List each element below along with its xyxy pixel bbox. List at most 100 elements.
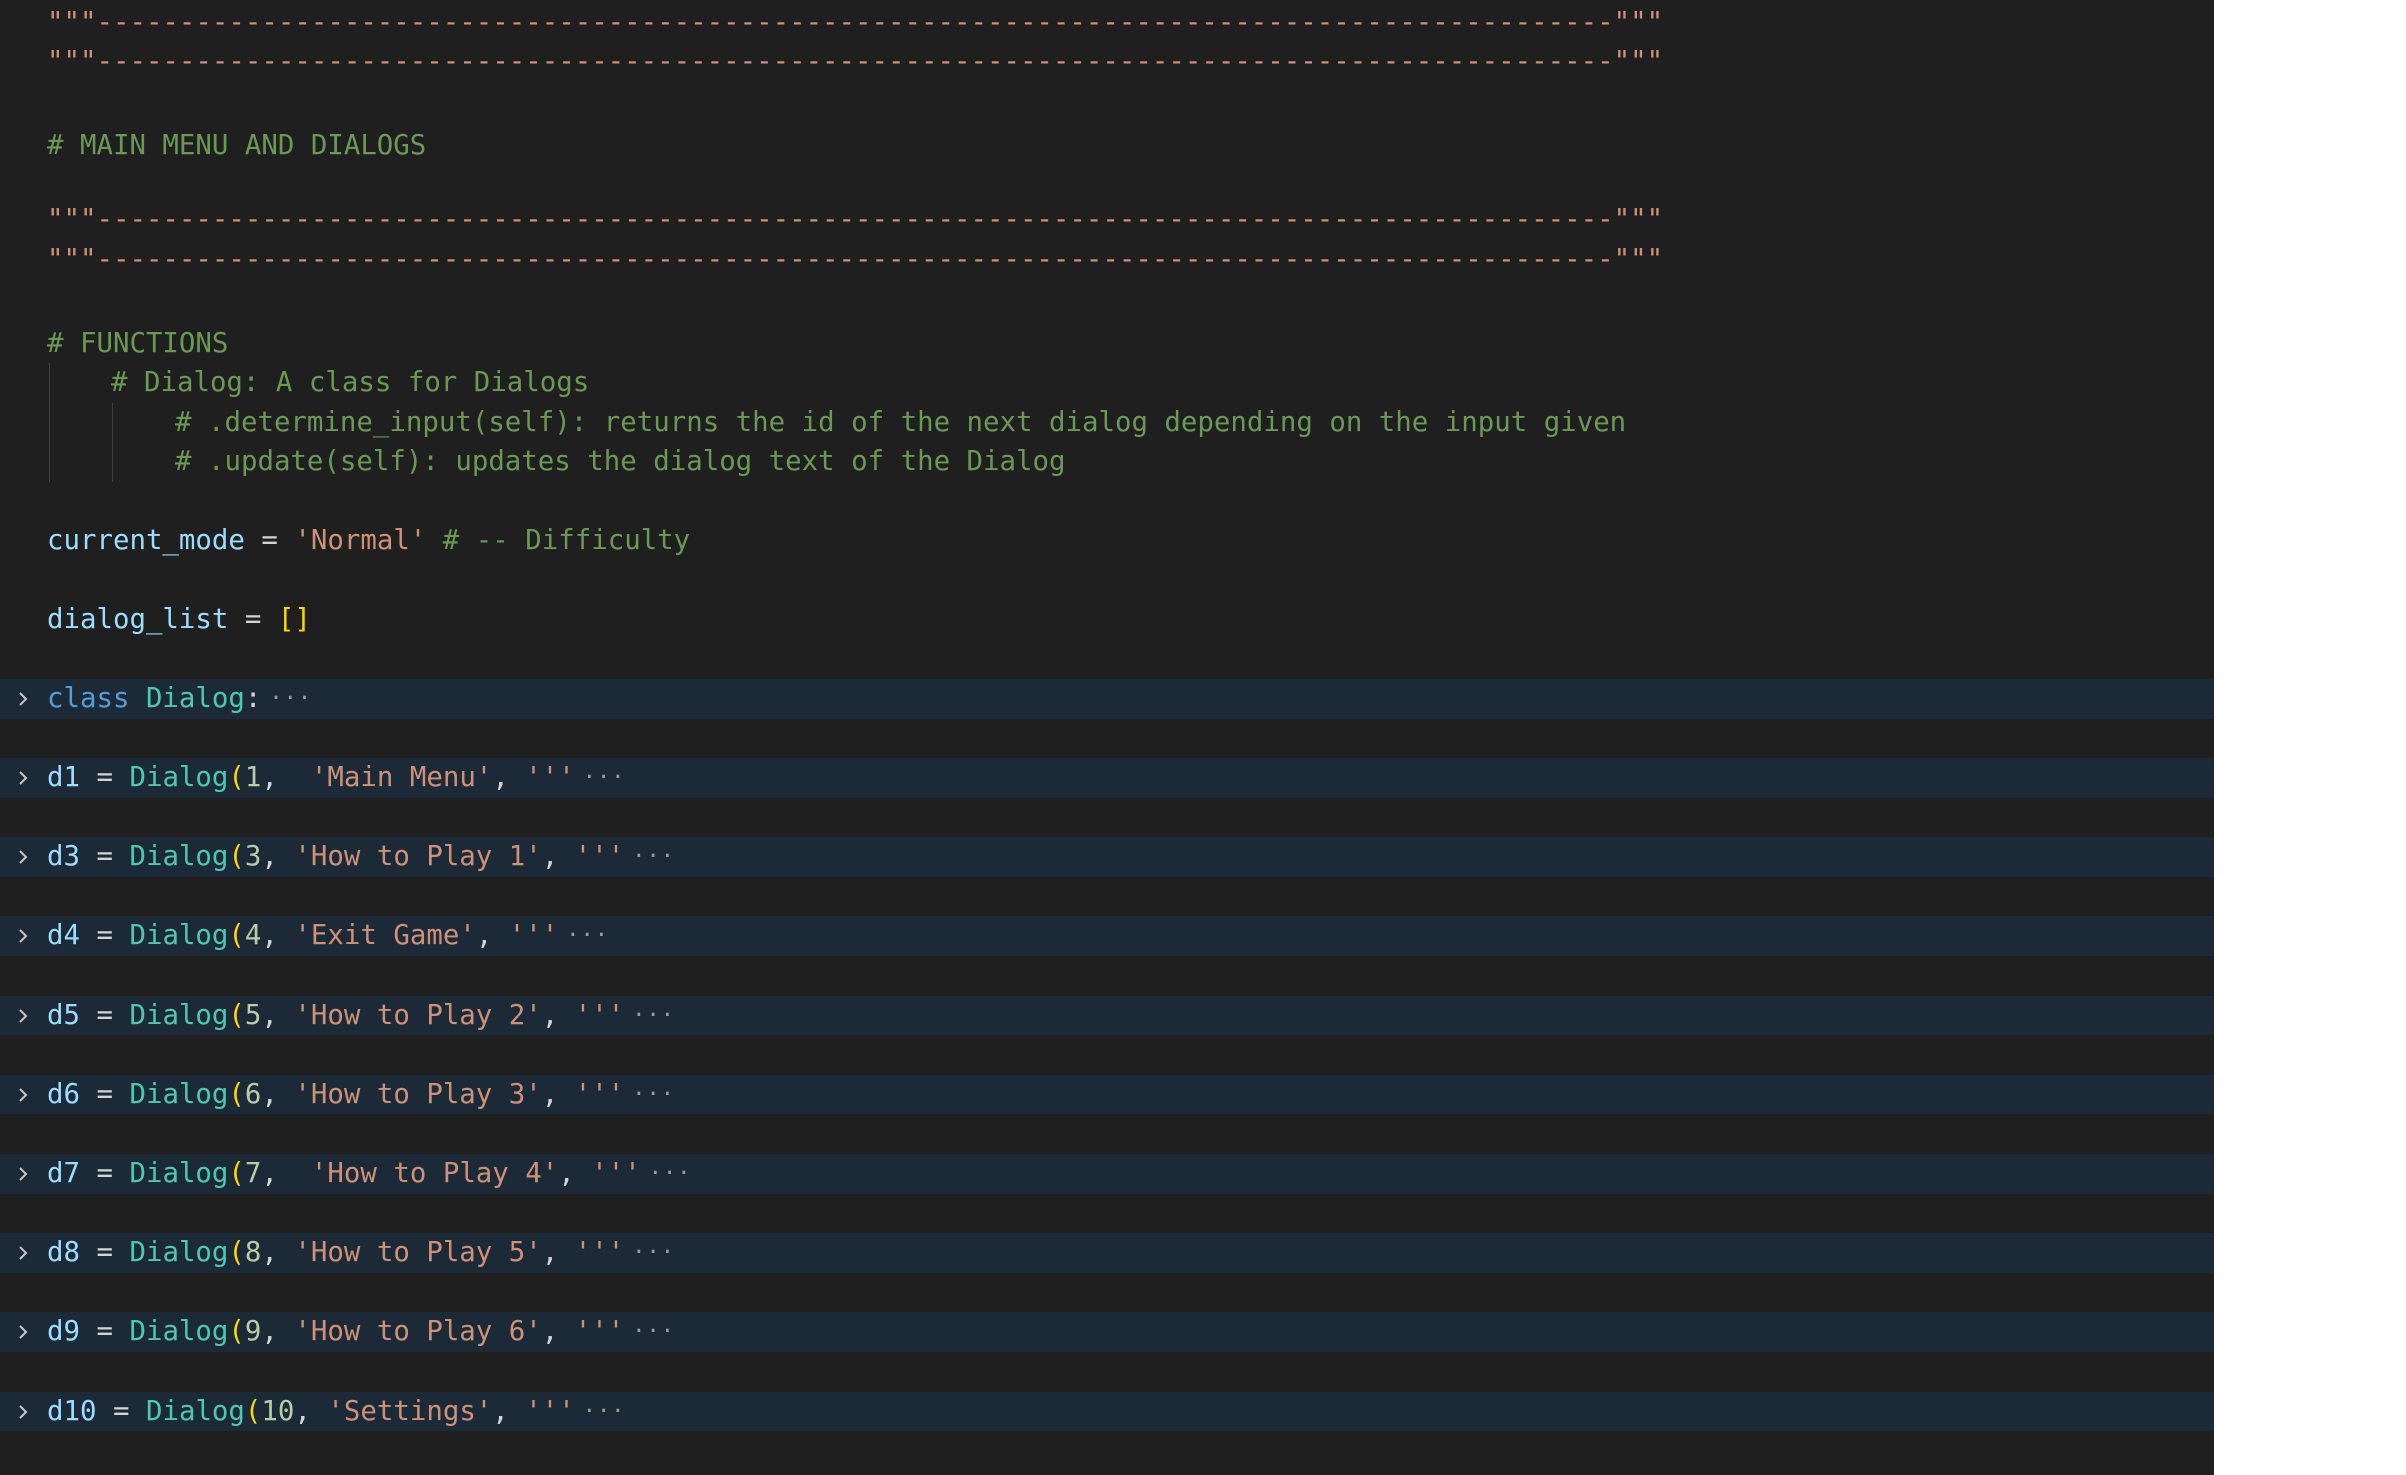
fold-ellipsis-icon[interactable]: ··· bbox=[632, 1233, 675, 1273]
dialog-id: 7 bbox=[244, 1158, 262, 1189]
fold-ellipsis-icon[interactable]: ··· bbox=[632, 1075, 675, 1115]
arg-separator: , bbox=[558, 1158, 592, 1189]
triple-quote: ''' bbox=[591, 1158, 641, 1189]
folded-dialog-line[interactable]: d5 = Dialog(5, 'How to Play 2', ''' ··· bbox=[0, 995, 2214, 1036]
arg-separator: , bbox=[261, 1237, 295, 1269]
dialog-id: 3 bbox=[244, 841, 262, 873]
separator-docstring: """-------------------------------------… bbox=[47, 46, 1664, 77]
fold-ellipsis-icon[interactable]: ··· bbox=[583, 758, 626, 798]
dialog-variable: d1 bbox=[47, 762, 80, 793]
arg-separator: , bbox=[492, 762, 526, 793]
dialog-class-ref: Dialog bbox=[129, 841, 229, 873]
folded-dialog-line[interactable]: d6 = Dialog(6, 'How to Play 3', ''' ··· bbox=[0, 1074, 2214, 1115]
triple-quote: ''' bbox=[525, 762, 575, 793]
chevron-right-icon[interactable] bbox=[14, 1007, 32, 1025]
arg-separator: , bbox=[541, 999, 575, 1031]
folded-dialog-line[interactable]: d3 = Dialog(3, 'How to Play 1', ''' ··· bbox=[0, 837, 2214, 877]
folded-dialog-line[interactable]: d8 = Dialog(8, 'How to Play 5', ''' ··· bbox=[0, 1233, 2214, 1273]
assign-operator: = bbox=[79, 841, 130, 873]
folded-dialog-line[interactable]: d4 = Dialog(4, 'Exit Game', ''' ··· bbox=[0, 916, 2214, 956]
indent-guide bbox=[49, 363, 50, 482]
arg-separator: , bbox=[261, 1078, 295, 1110]
open-paren: ( bbox=[228, 1237, 245, 1269]
variable-name: dialog_list bbox=[47, 604, 229, 635]
indent-guide bbox=[112, 403, 113, 482]
fold-ellipsis-icon[interactable]: ··· bbox=[632, 837, 675, 877]
open-paren: ( bbox=[228, 1078, 245, 1110]
code-line: """-------------------------------------… bbox=[0, 200, 2214, 240]
fold-ellipsis-icon[interactable]: ··· bbox=[632, 996, 675, 1036]
dialog-variable: d8 bbox=[47, 1237, 80, 1269]
fold-ellipsis-icon[interactable]: ··· bbox=[269, 679, 312, 719]
dialog-list-statement: dialog_list = [] bbox=[47, 600, 311, 640]
chevron-right-icon[interactable] bbox=[14, 769, 32, 787]
arg-separator: , bbox=[261, 999, 295, 1031]
chevron-right-icon[interactable] bbox=[14, 927, 32, 945]
code-line: """-------------------------------------… bbox=[0, 42, 2214, 82]
triple-quote: ''' bbox=[508, 920, 559, 952]
chevron-right-icon[interactable] bbox=[14, 848, 32, 866]
folded-dialog-line[interactable]: d9 = Dialog(9, 'How to Play 6', ''' ··· bbox=[0, 1312, 2214, 1352]
dialog-variable: d10 bbox=[47, 1395, 97, 1427]
assign-operator: = bbox=[79, 1316, 130, 1348]
dialog-variable: d7 bbox=[47, 1158, 80, 1189]
arg-separator: , bbox=[261, 841, 295, 873]
dialog-class-ref: Dialog bbox=[129, 762, 229, 793]
folded-class-line[interactable]: class Dialog: ··· bbox=[0, 679, 2214, 719]
assign-operator: = bbox=[228, 604, 278, 635]
dialog-class-ref: Dialog bbox=[129, 1316, 229, 1348]
assign-operator: = bbox=[244, 525, 295, 556]
arg-separator: , bbox=[541, 841, 575, 873]
code-editor[interactable]: """-------------------------------------… bbox=[0, 0, 2214, 1475]
class-keyword: class bbox=[47, 683, 130, 714]
dialog-id: 5 bbox=[244, 999, 262, 1031]
assign-operator: = bbox=[79, 1237, 130, 1269]
triple-quote: ''' bbox=[525, 1395, 575, 1427]
open-paren: ( bbox=[244, 1395, 262, 1427]
fold-ellipsis-icon[interactable]: ··· bbox=[632, 1312, 675, 1352]
chevron-right-icon[interactable] bbox=[14, 1403, 32, 1421]
dialog-title: 'How to Play 4' bbox=[310, 1158, 559, 1189]
chevron-right-icon[interactable] bbox=[14, 1165, 32, 1183]
determine-input-comment: # .determine_input(self): returns the id… bbox=[175, 407, 1627, 438]
dialog-variable: d9 bbox=[47, 1316, 80, 1348]
dialog-assignment: d1 = Dialog(1, 'Main Menu', ''' ··· bbox=[47, 758, 626, 798]
triple-quote: ''' bbox=[574, 1078, 625, 1110]
code-line: # MAIN MENU AND DIALOGS bbox=[0, 126, 2214, 166]
dialog-class-ref: Dialog bbox=[145, 1395, 245, 1427]
fold-ellipsis-icon[interactable]: ··· bbox=[649, 1154, 692, 1194]
code-line: # .update(self): updates the dialog text… bbox=[0, 442, 2214, 482]
dialog-class-ref: Dialog bbox=[129, 1158, 229, 1189]
chevron-right-icon[interactable] bbox=[14, 1086, 32, 1104]
dialog-class-ref: Dialog bbox=[129, 920, 229, 952]
folded-dialog-line[interactable]: d10 = Dialog(10, 'Settings', ''' ··· bbox=[0, 1391, 2214, 1432]
fold-ellipsis-icon[interactable]: ··· bbox=[583, 1392, 626, 1432]
chevron-right-icon[interactable] bbox=[14, 690, 32, 708]
dialog-id: 6 bbox=[244, 1078, 262, 1110]
dialog-assignment: d6 = Dialog(6, 'How to Play 3', ''' ··· bbox=[47, 1075, 675, 1115]
dialog-title: 'How to Play 2' bbox=[294, 999, 542, 1031]
folded-dialog-line[interactable]: d1 = Dialog(1, 'Main Menu', ''' ··· bbox=[0, 758, 2214, 798]
fold-ellipsis-icon[interactable]: ··· bbox=[566, 916, 609, 956]
colon: : bbox=[244, 683, 262, 714]
inline-comment: # -- Difficulty bbox=[426, 525, 691, 556]
dialog-title: 'How to Play 3' bbox=[294, 1078, 542, 1110]
chevron-right-icon[interactable] bbox=[14, 1323, 32, 1341]
dialog-assignment: d3 = Dialog(3, 'How to Play 1', ''' ··· bbox=[47, 837, 675, 877]
folded-dialog-line[interactable]: d7 = Dialog(7, 'How to Play 4', ''' ··· bbox=[0, 1154, 2214, 1194]
dialog-title: 'Exit Game' bbox=[294, 920, 476, 952]
arg-separator: , bbox=[294, 1395, 328, 1427]
functions-comment: # FUNCTIONS bbox=[47, 328, 229, 359]
chevron-right-icon[interactable] bbox=[14, 1244, 32, 1262]
dialog-id: 4 bbox=[244, 920, 262, 952]
arg-separator: , bbox=[261, 762, 311, 793]
dialog-id: 8 bbox=[244, 1237, 262, 1269]
arg-separator: , bbox=[475, 920, 509, 952]
dialog-id: 9 bbox=[244, 1316, 262, 1348]
code-line: current_mode = 'Normal' # -- Difficulty bbox=[0, 521, 2214, 561]
open-paren: ( bbox=[228, 999, 245, 1031]
separator-docstring: """-------------------------------------… bbox=[47, 204, 1664, 235]
current-mode-statement: current_mode = 'Normal' # -- Difficulty bbox=[47, 521, 690, 561]
dialog-title: 'Settings' bbox=[327, 1395, 493, 1427]
triple-quote: ''' bbox=[574, 999, 625, 1031]
